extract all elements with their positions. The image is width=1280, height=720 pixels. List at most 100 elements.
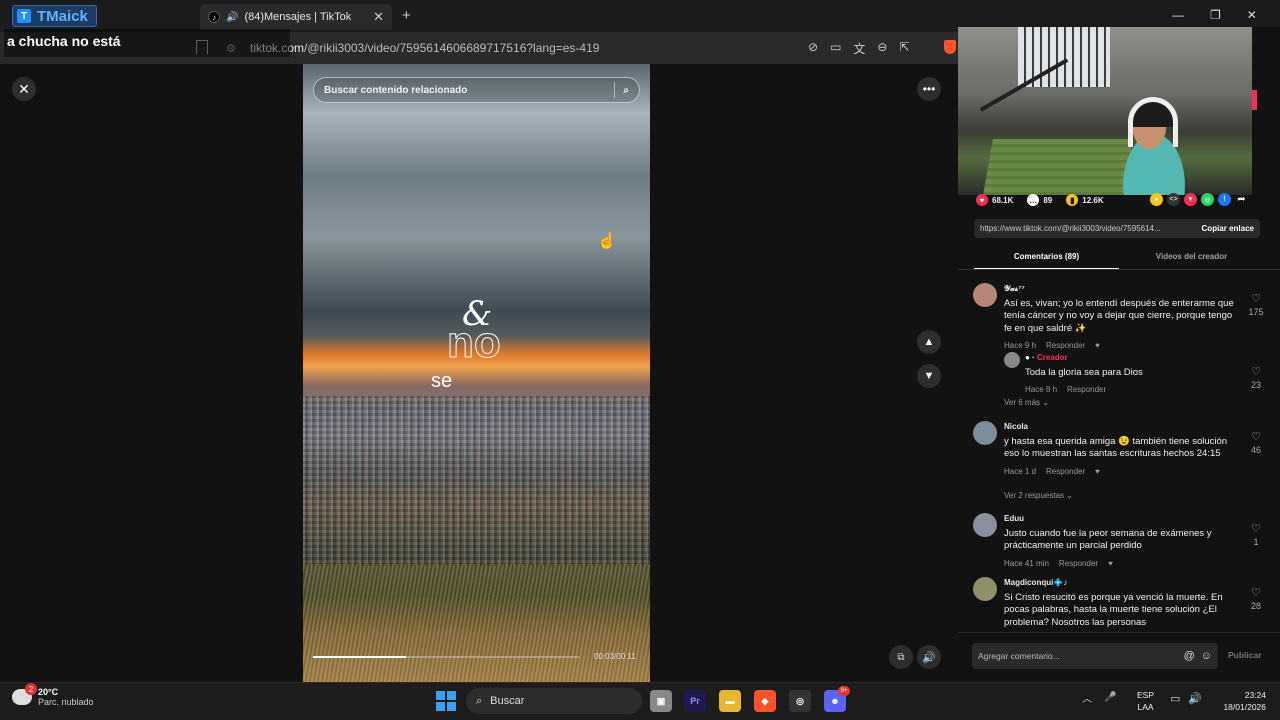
tab-creator-videos[interactable]: Videos del creador	[1119, 247, 1264, 269]
video-grass-scene	[303, 564, 650, 682]
forward-icon[interactable]: ➦	[1235, 193, 1248, 206]
discord-badge: 9+	[838, 686, 850, 696]
heart-outline-icon[interactable]: ♡	[1248, 293, 1264, 306]
reply-button[interactable]: Responder	[1046, 341, 1085, 350]
lyric-no: no	[447, 318, 502, 368]
no-video-icon[interactable]: ⊘	[808, 40, 818, 57]
reply-button[interactable]: Responder	[1059, 559, 1098, 568]
creator-badge: Creador	[1036, 353, 1068, 362]
close-tab-icon[interactable]: ✕	[373, 9, 384, 25]
webcam-overlay	[958, 27, 1252, 195]
premiere-icon[interactable]: Pr	[684, 690, 706, 712]
reply-button[interactable]: Responder	[1067, 385, 1106, 394]
share-url[interactable]: https://www.tiktok.com/@rikii3003/video/…	[980, 224, 1186, 233]
start-button[interactable]	[436, 691, 456, 711]
heart-icon[interactable]: ♥	[976, 194, 988, 206]
more-options-button[interactable]: •••	[917, 77, 941, 101]
comment-username[interactable]: Magdiconqui💠♪	[1004, 577, 1236, 590]
creator-liked-icon: ♥	[1108, 558, 1113, 568]
heart-outline-icon[interactable]: ♡	[1248, 366, 1264, 379]
copy-link-button[interactable]: Copiar enlace	[1202, 224, 1254, 233]
brand-logo-icon: T	[17, 9, 31, 23]
close-window-icon[interactable]: ✕	[1247, 8, 1257, 22]
publish-button[interactable]: Publicar	[1228, 650, 1262, 660]
avatar[interactable]	[973, 513, 997, 537]
video-progress-bar[interactable]	[313, 656, 579, 658]
weather-widget[interactable]: 2 20°C Parc. nublado	[12, 683, 94, 707]
bookmark-save-icon[interactable]: ▮	[1066, 194, 1079, 206]
comment-like[interactable]: ♡ 23	[1248, 366, 1264, 391]
comment-time: Hace 8 h	[1025, 385, 1058, 394]
share-icon[interactable]: ⇱	[899, 40, 909, 57]
next-video-button[interactable]: ▼	[917, 364, 941, 388]
whatsapp-icon[interactable]: ◎	[1201, 193, 1214, 206]
video-city-scene	[303, 396, 650, 566]
app-icon[interactable]: ◎	[789, 690, 811, 712]
comment-item: Magdiconqui💠♪ Si Cristo resucitó es porq…	[973, 577, 1263, 631]
comment-username[interactable]: 𝓨𝓪𝓼⁷⁷	[1004, 283, 1236, 296]
heart-outline-icon[interactable]: ♡	[1248, 587, 1263, 600]
comment-input[interactable]: Agregar comentario... @ ☺	[972, 643, 1218, 669]
taskbar-search[interactable]: ⌕ Buscar	[466, 688, 642, 714]
heart-outline-icon[interactable]: ♡	[1248, 523, 1264, 536]
clock[interactable]: 23:24 18/01/2026	[1214, 689, 1266, 713]
maximize-icon[interactable]: ❐	[1210, 8, 1221, 22]
comment-like[interactable]: ♡ 28	[1248, 587, 1263, 612]
brave-shield-icon[interactable]	[944, 40, 956, 54]
share-icons: ● <> ▼ ◎ f ➦	[1150, 193, 1248, 206]
new-tab-icon[interactable]: +	[402, 7, 411, 24]
heart-outline-icon[interactable]: ♡	[1248, 431, 1264, 444]
send-icon[interactable]: ▼	[1184, 193, 1197, 206]
reply-button[interactable]: Responder	[1046, 467, 1085, 476]
accent-bar	[1252, 90, 1257, 110]
tray-icons: ▭ 🔊	[1170, 692, 1202, 705]
speaker-icon[interactable]: 🔊	[226, 12, 238, 23]
see-replies[interactable]: Ver 2 respuestas ⌄	[1004, 491, 1073, 500]
related-search-input[interactable]: Buscar contenido relacionado ⌕	[313, 77, 640, 103]
avatar[interactable]	[973, 577, 997, 601]
search-icon[interactable]: ⌕	[623, 85, 629, 96]
facebook-icon[interactable]: f	[1218, 193, 1231, 206]
pip-button[interactable]: ⧉	[889, 645, 913, 669]
translate-icon[interactable]: 文	[853, 40, 865, 57]
see-more-replies[interactable]: Ver 6 más ⌄	[1004, 398, 1049, 407]
file-explorer-icon[interactable]: ▬	[719, 690, 741, 712]
share-link-box: https://www.tiktok.com/@rikii3003/video/…	[974, 219, 1260, 238]
avatar[interactable]	[973, 421, 997, 445]
mic-icon[interactable]: 🎤	[1104, 692, 1116, 703]
task-view-icon[interactable]: ▣	[650, 690, 672, 712]
cast-icon[interactable]: ▭	[830, 40, 841, 57]
tab-comments[interactable]: Comentarios (89)	[974, 247, 1119, 269]
comment-time: Hace 41 min	[1004, 558, 1049, 568]
cloud-icon: 2	[12, 683, 37, 705]
comment-username[interactable]: Nicola	[1004, 421, 1236, 434]
minimize-icon[interactable]: —	[1172, 8, 1184, 22]
avatar[interactable]	[973, 283, 997, 307]
comment-like[interactable]: ♡ 1	[1248, 523, 1264, 548]
previous-video-button[interactable]: ▲	[917, 330, 941, 354]
video-player[interactable]	[303, 64, 650, 682]
language-indicator[interactable]: ESP LAA	[1137, 689, 1154, 713]
url-field[interactable]: tiktok.com/@rikii3003/video/759561460668…	[250, 41, 599, 55]
avatar[interactable]	[1004, 352, 1020, 368]
mention-icon[interactable]: @	[1184, 650, 1195, 662]
comment-icon[interactable]: …	[1027, 194, 1040, 206]
volume-icon[interactable]: 🔊	[1188, 692, 1202, 705]
close-button[interactable]: ✕	[12, 77, 36, 101]
volume-button[interactable]: 🔊	[917, 645, 941, 669]
emoji-icon[interactable]: ☺	[1201, 650, 1212, 662]
embed-icon[interactable]: <>	[1167, 193, 1180, 206]
browser-tab-tiktok[interactable]: ♪ 🔊 (84)Mensajes | TikTok ✕	[200, 4, 392, 30]
panel-tabs: Comentarios (89) Videos del creador	[974, 247, 1264, 269]
network-icon[interactable]: ▭	[1170, 692, 1180, 705]
chevron-up-icon[interactable]: ︿	[1082, 690, 1092, 705]
comment-text: Justo cuando fue la peor semana de exáme…	[1004, 527, 1212, 552]
comment-like[interactable]: ♡ 175	[1248, 293, 1264, 318]
comment-username[interactable]: Eduu	[1004, 513, 1236, 526]
comment-like[interactable]: ♡ 46	[1248, 431, 1264, 456]
creator-liked-icon: ♥	[1095, 341, 1100, 350]
zoom-icon[interactable]: ⊖	[877, 40, 887, 57]
lyric-se: se	[431, 370, 453, 392]
brave-icon[interactable]: ◆	[754, 690, 776, 712]
coin-icon[interactable]: ●	[1150, 193, 1163, 206]
